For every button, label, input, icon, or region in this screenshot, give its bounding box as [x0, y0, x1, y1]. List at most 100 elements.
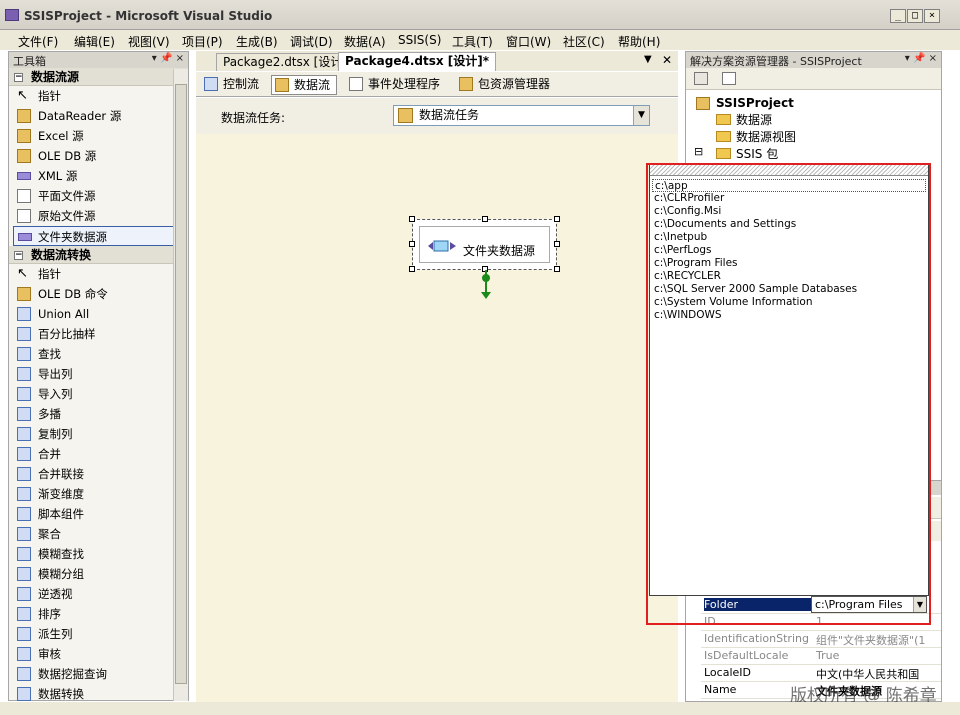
document-tab-strip: Package2.dtsx [设计] Package4.dtsx [设计]* ▼… — [196, 51, 678, 71]
resize-handle[interactable] — [554, 241, 560, 247]
folder-item[interactable]: c:\SQL Server 2000 Sample Databases — [652, 283, 926, 296]
folder-item[interactable]: c:\Documents and Settings — [652, 218, 926, 231]
tool-aggregate[interactable]: 聚合 — [9, 524, 188, 544]
folder-source-icon — [18, 233, 32, 241]
minimize-button[interactable]: _ — [890, 9, 906, 23]
tool-sort[interactable]: 排序 — [9, 604, 188, 624]
tool-fuzzy-grouping[interactable]: 模糊分组 — [9, 564, 188, 584]
close-button[interactable]: × — [924, 9, 940, 23]
tree-node-dsv[interactable]: 数据源视图 — [736, 128, 796, 145]
show-all-files-icon[interactable] — [722, 72, 736, 85]
tool-percentage-sampling[interactable]: 百分比抽样 — [9, 324, 188, 344]
chevron-down-icon[interactable]: ▼ — [913, 597, 926, 612]
tool-pointer[interactable]: ↖ 指针 — [9, 264, 188, 284]
menu-view[interactable]: 视图(V) — [128, 33, 170, 50]
tab-data-flow[interactable]: 数据流 — [271, 75, 338, 95]
resize-handle[interactable] — [554, 216, 560, 222]
tool-script-component[interactable]: 脚本组件 — [9, 504, 188, 524]
folder-item[interactable]: c:\app — [652, 179, 926, 192]
pin-icon[interactable]: ▾ 📌 × — [905, 53, 937, 64]
tool-fuzzy-lookup[interactable]: 模糊查找 — [9, 544, 188, 564]
resize-grip[interactable] — [650, 164, 928, 176]
folder-item[interactable]: c:\Inetpub — [652, 231, 926, 244]
tool-derived-column[interactable]: 派生列 — [9, 624, 188, 644]
collapse-icon[interactable]: − — [14, 73, 23, 82]
tool-xml-source[interactable]: XML 源 — [9, 166, 188, 186]
folder-item[interactable]: c:\RECYCLER — [652, 270, 926, 283]
toolbox-category-transforms[interactable]: − 数据流转换 — [9, 246, 188, 264]
tool-flatfile-source[interactable]: 平面文件源 — [9, 186, 188, 206]
folder-item[interactable]: c:\Program Files — [652, 257, 926, 270]
resize-handle[interactable] — [409, 216, 415, 222]
tool-oledb-source[interactable]: OLE DB 源 — [9, 146, 188, 166]
menu-project[interactable]: 项目(P) — [182, 33, 223, 50]
folder-item[interactable]: c:\PerfLogs — [652, 244, 926, 257]
folder-property-combo[interactable]: c:\Program Files ▼ — [811, 596, 927, 613]
toolbox-category-sources[interactable]: − 数据流源 — [9, 68, 188, 86]
tool-slowly-changing-dimension[interactable]: 渐变维度 — [9, 484, 188, 504]
maximize-button[interactable]: □ — [907, 9, 923, 23]
menu-window[interactable]: 窗口(W) — [506, 33, 551, 50]
tab-package4[interactable]: Package4.dtsx [设计]* — [338, 52, 497, 71]
tool-data-conversion[interactable]: 数据转换 — [9, 684, 188, 704]
menu-edit[interactable]: 编辑(E) — [74, 33, 115, 50]
folder-source-component[interactable]: 文件夹数据源 — [409, 216, 560, 272]
import-column-icon — [17, 387, 31, 401]
tool-multicast[interactable]: 多播 — [9, 404, 188, 424]
tool-audit[interactable]: 审核 — [9, 644, 188, 664]
data-flow-task-select[interactable]: 数据流任务 ▼ — [393, 105, 650, 126]
collapse-icon[interactable]: − — [14, 251, 23, 260]
property-row-localeid[interactable]: LocaleID 中文(中华人民共和国 — [701, 665, 941, 682]
folder-item[interactable]: c:\Config.Msi — [652, 205, 926, 218]
resize-handle[interactable] — [554, 266, 560, 272]
menu-build[interactable]: 生成(B) — [236, 33, 278, 50]
pin-icon[interactable]: ▾ 📌 × — [152, 53, 184, 64]
tool-union-all[interactable]: Union All — [9, 304, 188, 324]
resize-handle[interactable] — [409, 241, 415, 247]
menu-file[interactable]: 文件(F) — [18, 33, 58, 50]
resize-handle[interactable] — [409, 266, 415, 272]
property-row-id[interactable]: ID 1 — [701, 614, 941, 631]
menu-tools[interactable]: 工具(T) — [452, 33, 493, 50]
tool-pointer[interactable]: ↖ 指针 — [9, 86, 188, 106]
tool-rawfile-source[interactable]: 原始文件源 — [9, 206, 188, 226]
scrollbar-thumb[interactable] — [175, 84, 187, 684]
collapse-icon[interactable]: ⊟ — [694, 145, 703, 158]
tab-event-handlers[interactable]: 事件处理程序 — [346, 75, 446, 95]
tool-data-mining-query[interactable]: 数据挖掘查询 — [9, 664, 188, 684]
tool-export-column[interactable]: 导出列 — [9, 364, 188, 384]
tree-node-data-sources[interactable]: 数据源 — [736, 111, 772, 128]
tool-folder-source[interactable]: 文件夹数据源 — [13, 226, 182, 246]
tree-node-ssis-packages[interactable]: SSIS 包 — [736, 145, 778, 162]
menu-data[interactable]: 数据(A) — [344, 33, 386, 50]
properties-icon[interactable] — [694, 72, 708, 85]
tab-dropdown-icon[interactable]: ▼ — [644, 54, 652, 65]
tool-merge[interactable]: 合并 — [9, 444, 188, 464]
close-document-icon[interactable]: ✕ — [662, 53, 672, 67]
toolbox-scrollbar[interactable] — [173, 69, 188, 701]
menu-debug[interactable]: 调试(D) — [290, 33, 333, 50]
output-connector-dot[interactable] — [482, 274, 490, 282]
menu-ssis[interactable]: SSIS(S) — [398, 33, 441, 47]
tool-lookup[interactable]: 查找 — [9, 344, 188, 364]
chevron-down-icon[interactable]: ▼ — [633, 106, 649, 125]
tool-excel-source[interactable]: Excel 源 — [9, 126, 188, 146]
tool-unpivot[interactable]: 逆透视 — [9, 584, 188, 604]
folder-item[interactable]: c:\WINDOWS — [652, 309, 926, 322]
tool-merge-join[interactable]: 合并联接 — [9, 464, 188, 484]
folder-item[interactable]: c:\System Volume Information — [652, 296, 926, 309]
tab-control-flow[interactable]: 控制流 — [201, 75, 265, 95]
tool-import-column[interactable]: 导入列 — [9, 384, 188, 404]
tab-package2[interactable]: Package2.dtsx [设计] — [216, 53, 355, 71]
tool-copy-column[interactable]: 复制列 — [9, 424, 188, 444]
menu-help[interactable]: 帮助(H) — [618, 33, 660, 50]
property-row-identificationstring[interactable]: IdentificationString 组件"文件夹数据源"(1 — [701, 631, 941, 648]
project-node[interactable]: SSISProject — [716, 96, 794, 110]
tab-package-explorer[interactable]: 包资源管理器 — [456, 75, 556, 95]
tool-oledb-command[interactable]: OLE DB 命令 — [9, 284, 188, 304]
resize-handle[interactable] — [482, 216, 488, 222]
property-row-isdefaultlocale[interactable]: IsDefaultLocale True — [701, 648, 941, 665]
menu-community[interactable]: 社区(C) — [563, 33, 605, 50]
folder-item[interactable]: c:\CLRProfiler — [652, 192, 926, 205]
tool-datareader-source[interactable]: DataReader 源 — [9, 106, 188, 126]
